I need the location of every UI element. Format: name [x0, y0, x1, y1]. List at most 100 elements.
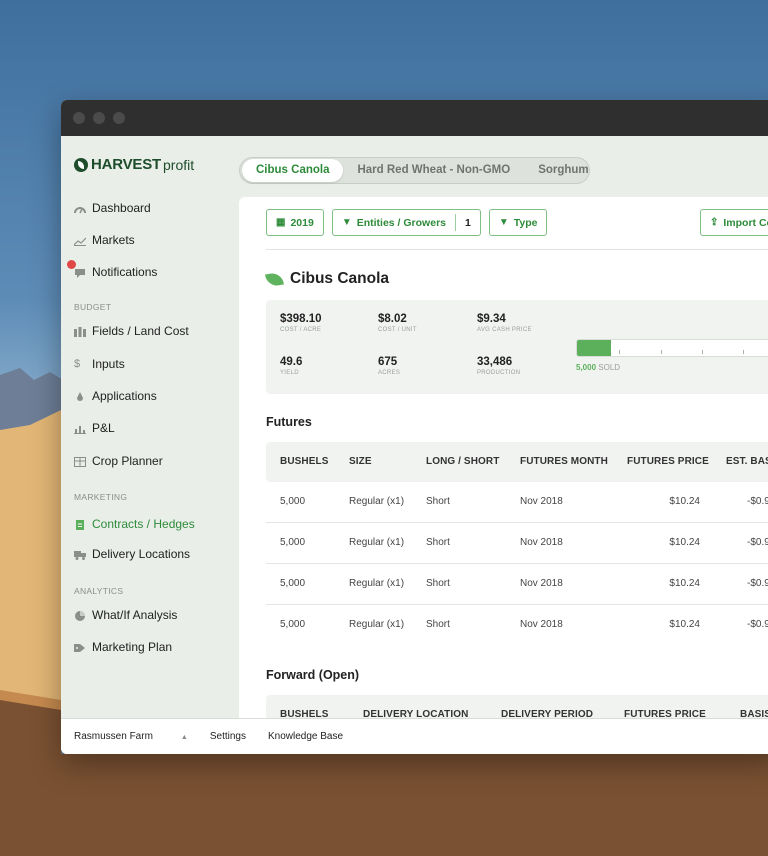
sidebar-item-inputs[interactable]: $ Inputs: [74, 357, 125, 371]
stat-acres: 675 ACRES: [378, 356, 400, 376]
tab-cibus-canola[interactable]: Cibus Canola: [242, 159, 344, 182]
tab-sorghum[interactable]: Sorghum: [524, 159, 602, 182]
sidebar-item-delivery[interactable]: Delivery Locations: [74, 547, 190, 561]
cell-bushels: 5,000: [280, 619, 306, 630]
cell-long-short: Short: [426, 496, 450, 507]
sidebar-item-pl[interactable]: P&L: [74, 421, 115, 435]
crop-tabs: Cibus Canola Hard Red Wheat - Non-GMO So…: [239, 157, 590, 184]
cell-est-basis: -$0.9: [747, 619, 768, 630]
cell-long-short: Short: [426, 537, 450, 548]
sidebar-item-marketing-plan[interactable]: Marketing Plan: [74, 640, 172, 654]
year-filter-button[interactable]: ▦ 2019: [266, 209, 324, 236]
caret-up-icon: ▲: [180, 734, 188, 741]
import-label: Import Co: [723, 216, 768, 229]
sidebar-item-notifications[interactable]: Notifications: [74, 265, 157, 279]
close-window-button[interactable]: [73, 112, 85, 124]
import-icon: ⇪: [710, 217, 719, 228]
footer-link-settings[interactable]: Settings: [210, 731, 246, 742]
sidebar-item-fields[interactable]: Fields / Land Cost: [74, 324, 189, 338]
farm-selector[interactable]: Rasmussen Farm ▲: [74, 731, 188, 742]
entities-label: Entities / Growers: [356, 216, 446, 229]
column-header[interactable]: BASIS: [740, 695, 768, 718]
import-button[interactable]: ⇪ Import Co: [700, 209, 768, 236]
sidebar-item-contracts[interactable]: Contracts / Hedges: [74, 517, 195, 531]
cell-est-basis: -$0.9: [747, 537, 768, 548]
notifications-icon: [74, 267, 86, 278]
title-bar: [61, 100, 768, 136]
type-filter-button[interactable]: ▼ Type: [488, 209, 548, 236]
sidebar-item-applications[interactable]: Applications: [74, 389, 157, 403]
column-header[interactable]: LONG / SHORT: [426, 442, 499, 482]
cell-futures-month: Nov 2018: [520, 537, 563, 548]
stat-value: $9.34: [477, 313, 506, 325]
progress-tick: [743, 350, 744, 354]
stat-label: COST / UNIT: [378, 327, 417, 333]
table-row[interactable]: 5,000 Regular (x1) Short Nov 2018 $10.24…: [266, 605, 768, 646]
zoom-window-button[interactable]: [113, 112, 125, 124]
stat-label: PRODUCTION: [477, 370, 521, 376]
stat-value: 33,486: [477, 356, 513, 368]
cell-futures-price: $10.24: [669, 619, 700, 630]
column-header[interactable]: DELIVERY LOCATION: [363, 695, 468, 718]
stat-value: $398.10: [280, 313, 322, 325]
stat-label: YIELD: [280, 370, 299, 376]
sidebar-item-whatif[interactable]: What/If Analysis: [74, 608, 177, 622]
applications-icon: [74, 391, 86, 401]
footer-link-knowledge-base[interactable]: Knowledge Base: [268, 731, 343, 742]
tab-hard-red-wheat[interactable]: Hard Red Wheat - Non-GMO: [343, 159, 524, 182]
fields-icon: [74, 326, 86, 337]
table-row[interactable]: 5,000 Regular (x1) Short Nov 2018 $10.24…: [266, 564, 768, 605]
stat-production: 33,486 PRODUCTION: [477, 356, 520, 376]
sidebar-item-label: Notifications: [92, 265, 158, 279]
sidebar-item-label: Inputs: [92, 357, 125, 371]
entities-count: 1: [465, 216, 471, 229]
divider: [455, 214, 456, 231]
crop-heading: Cibus Canola: [265, 270, 389, 288]
minimize-window-button[interactable]: [93, 112, 105, 124]
section-label-marketing: MARKETING: [74, 492, 128, 502]
app-body: HARVEST profit Dashboard Markets Notific…: [61, 136, 768, 718]
markets-icon: [73, 235, 87, 246]
sidebar-item-label: Applications: [92, 389, 157, 403]
stat-value: 49.6: [280, 356, 303, 368]
filter-bar: ▦ 2019 ▼ Entities / Growers 1 ▼ Type: [266, 209, 555, 236]
sidebar-item-markets[interactable]: Markets: [73, 233, 135, 247]
dashboard-icon: [74, 203, 86, 214]
sidebar-item-crop-planner[interactable]: Crop Planner: [74, 454, 163, 468]
whatif-icon: [74, 610, 86, 621]
column-header[interactable]: FUTURES MONTH: [520, 442, 608, 482]
cell-est-basis: -$0.9: [747, 578, 768, 589]
column-header[interactable]: EST. BAS: [726, 442, 768, 482]
sidebar-item-dashboard[interactable]: Dashboard: [74, 201, 151, 215]
column-header[interactable]: SIZE: [349, 442, 372, 482]
section-label-analytics: ANALYTICS: [74, 586, 124, 596]
year-label: 2019: [290, 216, 314, 229]
sidebar-item-label: Crop Planner: [92, 454, 163, 468]
sidebar-item-label: Dashboard: [92, 201, 151, 215]
cell-size: Regular (x1): [349, 537, 405, 548]
divider: [266, 249, 768, 250]
column-header[interactable]: BUSHELS: [280, 695, 328, 718]
forward-table-header: BUSHELS DELIVERY LOCATION DELIVERY PERIO…: [266, 695, 768, 718]
filter-icon: ▼: [341, 217, 352, 228]
entities-filter-button[interactable]: ▼ Entities / Growers 1: [331, 209, 481, 236]
app-window: HARVEST profit Dashboard Markets Notific…: [61, 100, 768, 754]
column-header[interactable]: DELIVERY PERIOD: [501, 695, 593, 718]
column-header[interactable]: FUTURES PRICE: [627, 442, 709, 482]
leaf-icon: [265, 271, 284, 287]
contracts-icon: [74, 519, 86, 530]
marketing-plan-icon: [74, 642, 86, 652]
cell-long-short: Short: [426, 578, 450, 589]
table-row[interactable]: 5,000 Regular (x1) Short Nov 2018 $10.24…: [266, 523, 768, 564]
logo-text-bold: HARVEST: [91, 156, 162, 173]
cell-futures-month: Nov 2018: [520, 496, 563, 507]
calendar-icon: ▦: [276, 217, 286, 228]
column-header[interactable]: FUTURES PRICE: [624, 695, 706, 718]
sold-progress-fill: [577, 340, 611, 356]
farm-name: Rasmussen Farm: [74, 731, 153, 742]
cell-futures-price: $10.24: [669, 496, 700, 507]
logo-text-light: profit: [163, 156, 195, 173]
column-header[interactable]: BUSHELS: [280, 442, 328, 482]
logo[interactable]: HARVEST profit: [74, 156, 194, 173]
table-row[interactable]: 5,000 Regular (x1) Short Nov 2018 $10.24…: [266, 482, 768, 523]
